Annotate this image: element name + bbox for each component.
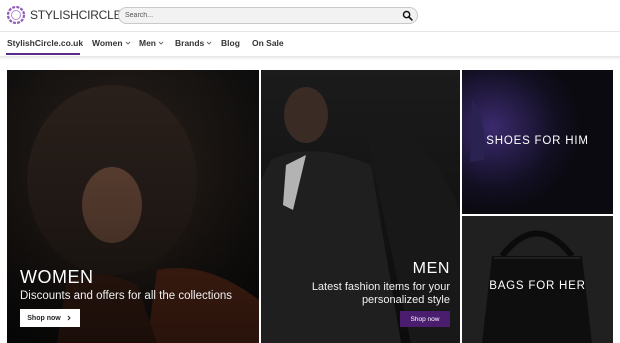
women-tile-subtitle: Discounts and offers for all the collect… (20, 290, 233, 302)
bags-tile-title: BAGS FOR HER (489, 280, 586, 292)
women-tile-title: WOMEN (20, 267, 94, 287)
women-photo (7, 70, 259, 343)
men-tile-title: MEN (412, 260, 450, 277)
women-shop-now-button[interactable]: Shop now (20, 309, 80, 327)
search-icon[interactable] (402, 10, 413, 21)
site-header: STYLISHCIRCLE (0, 0, 620, 31)
bags-for-her-tile[interactable]: BAGS FOR HER (462, 216, 613, 343)
shoes-for-him-tile[interactable]: SHOES FOR HIM (462, 70, 613, 214)
nav-item-on-sale[interactable]: On Sale (252, 38, 284, 48)
nav-item-label: Women (92, 38, 123, 48)
search-bar (118, 7, 418, 24)
nav-item-blog[interactable]: Blog (221, 38, 240, 48)
nav-item-home[interactable]: StylishCircle.co.uk (7, 38, 83, 48)
chevron-down-icon (158, 41, 164, 45)
nav-item-label: StylishCircle.co.uk (7, 38, 84, 48)
button-label: Shop now (27, 314, 61, 322)
logo-text: STYLISHCIRCLE (30, 8, 122, 22)
logo-circle-icon (6, 5, 26, 25)
nav-item-label: Men (139, 38, 156, 48)
chevron-down-icon (125, 41, 130, 45)
nav-item-men[interactable]: Men (139, 38, 164, 48)
site-logo[interactable]: STYLISHCIRCLE (6, 5, 122, 25)
chevron-down-icon (206, 41, 212, 45)
nav-active-indicator (6, 53, 80, 55)
nav-item-women[interactable]: Women (92, 38, 131, 48)
nav-item-label: Brands (175, 38, 205, 48)
men-tile-subtitle: Latest fashion items for your personaliz… (311, 281, 450, 306)
chevron-right-icon (67, 315, 71, 321)
nav-item-label: On Sale (252, 38, 284, 48)
main-nav: StylishCircle.co.uk Women Men Brands Blo… (0, 32, 620, 56)
nav-shadow (0, 56, 620, 60)
women-tile[interactable]: WOMEN Discounts and offers for all the c… (7, 70, 259, 343)
nav-item-label: Blog (221, 38, 240, 48)
shoes-tile-title: SHOES FOR HIM (486, 135, 589, 147)
nav-item-brands[interactable]: Brands (175, 38, 212, 48)
men-shop-now-button[interactable]: Shop now (400, 311, 450, 327)
men-tile[interactable]: MEN Latest fashion items for your person… (261, 70, 460, 343)
search-input[interactable] (125, 9, 395, 22)
